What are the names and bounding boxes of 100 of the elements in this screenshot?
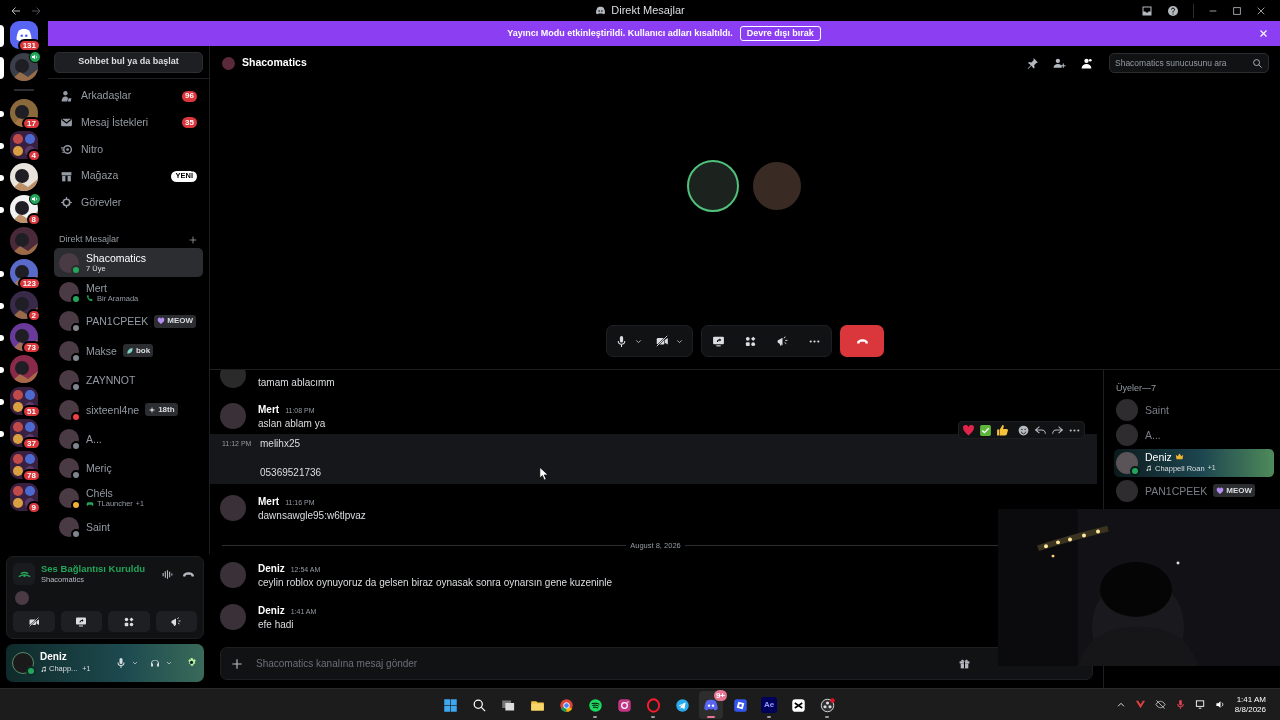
dm-name: A... bbox=[86, 433, 102, 445]
tray-app-icon[interactable] bbox=[1134, 699, 1146, 710]
waveform-icon[interactable] bbox=[161, 567, 174, 581]
soundboard-icon[interactable] bbox=[776, 334, 789, 348]
section-header: Direkt Mesajlar bbox=[59, 233, 119, 247]
caret-icon[interactable] bbox=[165, 659, 173, 667]
close-icon[interactable] bbox=[1256, 5, 1266, 16]
windows-logo-icon bbox=[442, 697, 458, 713]
dm-name: Meriç bbox=[86, 462, 112, 475]
server-icon[interactable] bbox=[10, 259, 38, 287]
dm-item[interactable]: A... bbox=[54, 424, 203, 454]
author-name: Deniz bbox=[258, 603, 285, 618]
plus-icon[interactable] bbox=[230, 656, 244, 671]
search-field[interactable]: Shacomatics sunucusunu ara bbox=[1109, 53, 1269, 73]
author-name: Mert bbox=[258, 494, 280, 509]
dm-item[interactable]: Meriç bbox=[54, 453, 203, 484]
tilted-square-icon bbox=[732, 697, 748, 713]
server-icon[interactable] bbox=[10, 99, 38, 127]
gift-icon[interactable] bbox=[958, 657, 971, 670]
headphones-icon[interactable] bbox=[149, 657, 161, 669]
dm-item[interactable]: ZAYNNOT bbox=[54, 365, 203, 395]
avatar bbox=[1116, 423, 1138, 446]
plus-icon[interactable] bbox=[188, 234, 198, 245]
unread-badge: 73 bbox=[22, 341, 41, 354]
pin-icon[interactable] bbox=[1026, 56, 1039, 70]
avatar bbox=[220, 403, 246, 429]
maximize-icon[interactable] bbox=[1232, 5, 1242, 16]
caret-icon[interactable] bbox=[131, 659, 139, 667]
avatar bbox=[15, 591, 29, 605]
search-icon bbox=[1252, 57, 1263, 69]
server-icon[interactable] bbox=[10, 387, 38, 415]
activities-icon bbox=[122, 615, 135, 628]
screen-share-icon[interactable] bbox=[712, 334, 725, 348]
member-item[interactable]: PAN1CPEEK MEOW bbox=[1114, 479, 1274, 502]
nav-label: Nitro bbox=[81, 141, 104, 157]
add-friend-icon[interactable] bbox=[1053, 56, 1066, 70]
hidden-icon[interactable] bbox=[1154, 699, 1166, 710]
phone-icon bbox=[86, 294, 94, 303]
dm-name: Shacomatics bbox=[86, 252, 147, 265]
quests-icon bbox=[60, 196, 73, 210]
thumbs-up-icon[interactable] bbox=[996, 423, 1009, 437]
channel-title: Shacomatics bbox=[242, 55, 307, 71]
nav-item[interactable]: Mesaj İstekleri 35 bbox=[54, 109, 203, 137]
camera-button[interactable] bbox=[13, 611, 55, 632]
avatar bbox=[59, 458, 79, 479]
screen-share-button[interactable] bbox=[60, 611, 102, 632]
volume-icon[interactable] bbox=[1214, 699, 1226, 710]
window-title: Direkt Mesajlar bbox=[611, 3, 685, 19]
heart-reaction-icon[interactable] bbox=[962, 423, 975, 437]
dm-name: Saint bbox=[86, 521, 110, 534]
server-icon[interactable] bbox=[10, 419, 38, 447]
dm-name: Makse bbox=[86, 344, 117, 357]
message-text: tamam ablacımm bbox=[258, 376, 335, 390]
activities-icon[interactable] bbox=[744, 334, 757, 348]
count-badge: 35 bbox=[182, 117, 197, 129]
forward-arrow-icon[interactable] bbox=[30, 4, 42, 17]
camera-off-icon[interactable] bbox=[655, 334, 669, 348]
server-icon[interactable] bbox=[10, 21, 38, 49]
banner-text: Yayıncı Modu etkinleştirildi. Kullanıcı adları kısaltıldı. bbox=[507, 26, 733, 40]
member-item[interactable]: Saint bbox=[1114, 398, 1274, 421]
search-icon bbox=[471, 697, 487, 713]
help-icon[interactable] bbox=[1167, 4, 1179, 17]
members-icon[interactable] bbox=[1080, 56, 1093, 70]
server-icon[interactable] bbox=[10, 53, 38, 81]
nav-item[interactable]: Arkadaşlar 96 bbox=[54, 83, 203, 110]
check-reaction-icon[interactable] bbox=[979, 423, 992, 437]
avatar bbox=[59, 487, 79, 508]
back-arrow-icon[interactable] bbox=[10, 4, 22, 17]
dm-item[interactable]: Makse bok bbox=[54, 336, 203, 366]
dm-name: Chéls bbox=[86, 486, 113, 499]
dm-item[interactable]: PAN1CPEEK MEOW bbox=[54, 306, 203, 337]
find-conversation-button[interactable]: Sohbet bul ya da başlat bbox=[54, 51, 203, 73]
nav-item[interactable]: Nitro bbox=[54, 136, 203, 163]
soundboard-button[interactable] bbox=[155, 611, 197, 632]
inbox-icon[interactable] bbox=[1141, 4, 1153, 17]
unread-badge: 78 bbox=[22, 469, 41, 482]
nav-item[interactable]: Görevler bbox=[54, 189, 203, 216]
camera-off-icon bbox=[27, 615, 40, 628]
hang-up-button[interactable] bbox=[840, 325, 884, 357]
microphone-icon[interactable] bbox=[115, 657, 127, 669]
taskbar-button[interactable]: Ae bbox=[757, 691, 781, 719]
user-name: Deniz bbox=[40, 651, 68, 664]
server-icon[interactable] bbox=[10, 483, 38, 511]
server-icon[interactable] bbox=[10, 451, 38, 479]
add-reaction-icon[interactable] bbox=[1017, 423, 1030, 437]
disable-button[interactable]: Devre dışı bırak bbox=[739, 26, 821, 41]
member-name: Deniz bbox=[1145, 450, 1172, 463]
nav-label: Görevler bbox=[81, 194, 122, 210]
member-item[interactable]: A... bbox=[1114, 423, 1274, 446]
dm-item[interactable]: sixteenl4ne 18th bbox=[54, 394, 203, 425]
server-icon[interactable] bbox=[10, 163, 38, 191]
message-input[interactable]: Shacomatics kanalına mesaj gönder bbox=[220, 647, 1093, 680]
dm-item[interactable]: Saint bbox=[54, 512, 203, 542]
recorder-icon bbox=[819, 697, 835, 713]
server-icon[interactable] bbox=[10, 131, 38, 159]
microphone-icon[interactable] bbox=[615, 334, 628, 348]
activities-button[interactable] bbox=[108, 611, 150, 632]
dm-name: PAN1CPEEK bbox=[86, 315, 149, 328]
server-icon[interactable] bbox=[10, 323, 38, 351]
clock[interactable]: 1:41 AM 8/8/2026 bbox=[1234, 694, 1266, 715]
